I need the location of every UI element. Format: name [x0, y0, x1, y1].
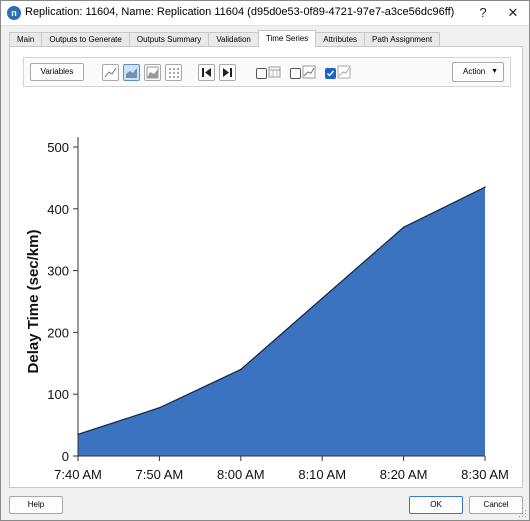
stacked-chart-icon — [146, 66, 159, 79]
tab-attributes[interactable]: Attributes — [315, 32, 366, 47]
data-point — [321, 297, 324, 300]
x-tick-label: 8:00 AM — [217, 467, 265, 482]
line-chart-icon — [104, 67, 117, 78]
y-tick-label: 100 — [47, 387, 69, 402]
tab-path-assignment[interactable]: Path Assignment — [364, 32, 441, 47]
scatter-chart-button[interactable] — [165, 64, 182, 81]
time-series-chart: 0 100 200 300 400 500 7:40 AM 7:50 AM 8:00 AM 8:1… — [25, 137, 509, 487]
tab-validation[interactable]: Validation — [208, 32, 259, 47]
area-series-replication-11604 — [78, 187, 485, 457]
data-point — [484, 186, 486, 188]
window-title: Replication: 11604, Name: Replication 11… — [25, 6, 455, 18]
y-tick-label: 400 — [47, 202, 69, 217]
resize-grip-icon[interactable] — [519, 510, 527, 518]
help-button[interactable]: Help — [9, 496, 63, 514]
skip-first-icon — [202, 68, 211, 77]
y-tick-label: 300 — [47, 264, 69, 279]
grid-toggle-checkbox[interactable] — [256, 68, 267, 79]
time-series-panel: Variables Action ▼ 0 100 200 300 400 500… — [9, 46, 523, 488]
x-tick-label: 8:10 AM — [298, 467, 346, 482]
help-icon[interactable]: ? — [473, 3, 493, 23]
skip-last-icon — [223, 68, 232, 77]
variables-button[interactable]: Variables — [30, 63, 84, 81]
x-tick-label: 7:40 AM — [54, 467, 102, 482]
tab-outputs-summary[interactable]: Outputs Summary — [128, 32, 210, 47]
data-point — [240, 368, 242, 371]
action-dropdown[interactable]: Action ▼ — [452, 62, 504, 82]
action-label: Action — [463, 67, 486, 76]
line-toggle-checkbox[interactable] — [290, 68, 301, 79]
data-point — [158, 406, 161, 409]
grid-table-icon — [268, 66, 281, 78]
stacked-chart-button[interactable] — [144, 64, 161, 81]
tab-time-series[interactable]: Time Series — [257, 30, 317, 47]
x-tick-label: 8:20 AM — [380, 467, 428, 482]
replication-dialog: n Replication: 11604, Name: Replication … — [0, 0, 530, 521]
app-icon: n — [7, 6, 21, 20]
first-frame-button[interactable] — [198, 64, 215, 81]
data-point — [402, 226, 405, 229]
y-tick-label: 200 — [47, 325, 69, 340]
area-chart-button[interactable] — [123, 64, 140, 81]
y-tick-label: 0 — [62, 449, 69, 464]
tab-outputs-to-generate[interactable]: Outputs to Generate — [41, 32, 130, 47]
last-frame-button[interactable] — [219, 64, 236, 81]
ok-button[interactable]: OK — [409, 496, 463, 514]
area-series-icon — [337, 65, 351, 79]
y-tick-label: 500 — [47, 140, 69, 155]
legend-title: Delay Time (sec/km) — [246, 486, 328, 487]
line-chart-button[interactable] — [102, 64, 119, 81]
area-chart-icon — [126, 68, 137, 78]
line-series-icon — [302, 65, 316, 79]
dropdown-arrow-icon: ▼ — [491, 68, 498, 75]
x-tick-label: 7:50 AM — [136, 467, 184, 482]
checkmark-icon — [327, 70, 335, 77]
area-toggle-checkbox[interactable] — [325, 68, 336, 79]
chart-toolbar: Variables Action ▼ — [23, 57, 511, 87]
close-icon[interactable]: ✕ — [503, 3, 523, 23]
title-bar: n Replication: 11604, Name: Replication … — [1, 1, 529, 26]
cancel-button[interactable]: Cancel — [469, 496, 523, 514]
tab-main[interactable]: Main — [9, 32, 43, 47]
y-axis-title: Delay Time (sec/km) — [25, 230, 42, 374]
x-tick-label: 8:30 AM — [461, 467, 509, 482]
scatter-chart-icon — [169, 68, 179, 78]
